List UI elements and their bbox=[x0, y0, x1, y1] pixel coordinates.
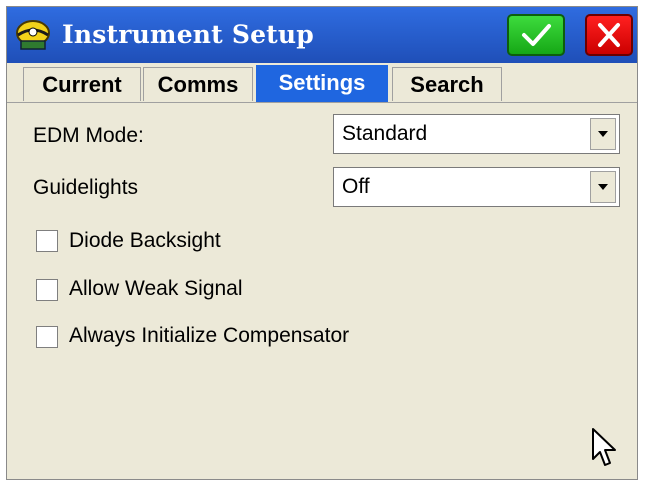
tab-label: Current bbox=[42, 72, 122, 97]
mouse-pointer-icon bbox=[592, 428, 616, 466]
close-icon bbox=[598, 23, 620, 47]
guidelights-dropdown-button[interactable] bbox=[590, 171, 616, 203]
edm-mode-select[interactable]: Standard bbox=[333, 114, 620, 154]
diode-backsight-label[interactable]: Diode Backsight bbox=[69, 227, 221, 255]
guidelights-label: Guidelights bbox=[33, 176, 139, 199]
title-bar: Instrument Setup bbox=[7, 7, 637, 63]
instrument-app-icon bbox=[16, 20, 50, 50]
window-title: Instrument Setup bbox=[62, 20, 314, 49]
allow-weak-signal-label[interactable]: Allow Weak Signal bbox=[69, 275, 243, 303]
tab-comms[interactable]: Comms bbox=[143, 67, 253, 101]
chevron-down-icon bbox=[598, 184, 608, 190]
always-initialize-compensator-label[interactable]: Always Initialize Compensator bbox=[69, 322, 349, 350]
allow-weak-signal-checkbox[interactable] bbox=[36, 279, 58, 301]
tab-search[interactable]: Search bbox=[392, 67, 502, 101]
edm-mode-value: Standard bbox=[342, 122, 428, 145]
always-initialize-compensator-checkbox[interactable] bbox=[36, 326, 58, 348]
tab-label: Search bbox=[410, 72, 484, 97]
tab-settings[interactable]: Settings bbox=[256, 65, 388, 102]
diode-backsight-checkbox[interactable] bbox=[36, 230, 58, 252]
tab-label: Comms bbox=[157, 72, 239, 97]
guidelights-select[interactable]: Off bbox=[333, 167, 620, 207]
tab-current[interactable]: Current bbox=[23, 67, 141, 101]
tab-label: Settings bbox=[278, 70, 366, 95]
tab-divider bbox=[7, 102, 637, 103]
edm-mode-dropdown-button[interactable] bbox=[590, 118, 616, 150]
checkmark-icon bbox=[522, 24, 551, 46]
ok-button[interactable] bbox=[507, 14, 565, 56]
edm-mode-label: EDM Mode: bbox=[33, 124, 144, 147]
guidelights-value: Off bbox=[342, 175, 370, 198]
chevron-down-icon bbox=[598, 131, 608, 137]
instrument-setup-window: Instrument Setup Current Comms Settings … bbox=[6, 6, 638, 480]
close-button[interactable] bbox=[585, 14, 633, 56]
